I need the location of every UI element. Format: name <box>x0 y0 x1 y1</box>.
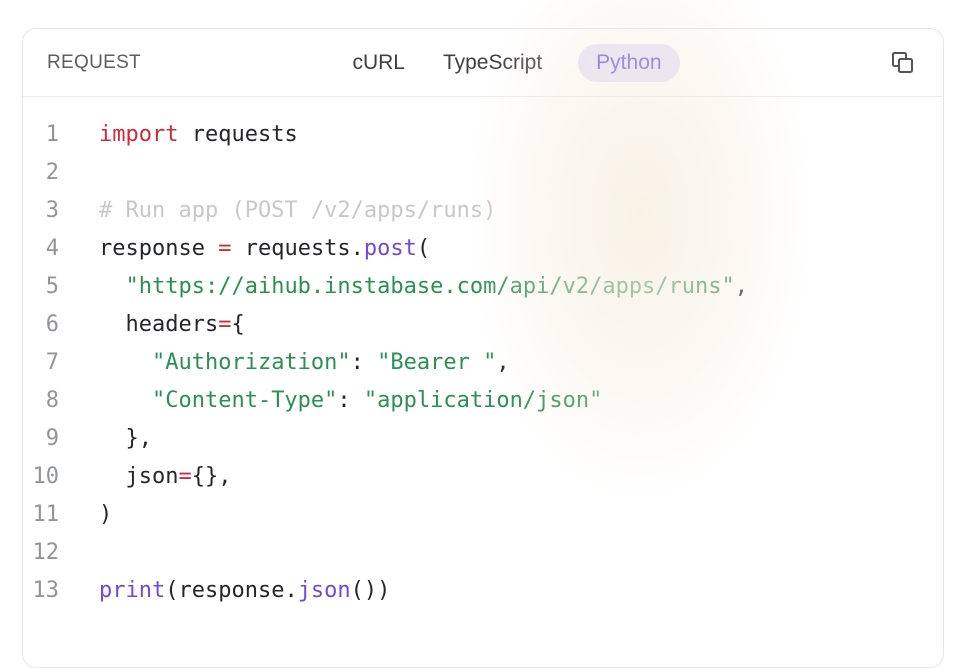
line-number: 1 <box>23 116 59 154</box>
line-number: 2 <box>23 154 59 192</box>
panel-header: REQUEST cURL TypeScript Python <box>23 29 943 97</box>
panel-title: REQUEST <box>47 52 318 74</box>
line-number: 4 <box>23 230 59 268</box>
code-line: 3 # Run app (POST /v2/apps/runs) <box>23 192 943 230</box>
code-text: "Content-Type": "application/json" <box>99 382 602 420</box>
code-line: 7 "Authorization": "Bearer ", <box>23 344 943 382</box>
header-actions <box>648 46 919 80</box>
code-text: headers={ <box>99 306 245 344</box>
code-line: 2 <box>23 154 943 192</box>
line-number: 13 <box>23 572 59 610</box>
code-text: response = requests.post( <box>99 230 430 268</box>
code-line: 11) <box>23 496 943 534</box>
tab-typescript[interactable]: TypeScript <box>441 44 544 82</box>
code-text: ) <box>99 496 112 534</box>
language-tabs: cURL TypeScript Python <box>350 44 679 82</box>
code-line: 13 print(response.json()) <box>23 572 943 610</box>
code-line: 10 json={}, <box>23 458 943 496</box>
code-block: 1 import requests 23 # Run app (POST /v2/ap… <box>23 97 943 634</box>
line-number: 3 <box>23 192 59 230</box>
code-line: 1 import requests <box>23 116 943 154</box>
request-panel: REQUEST cURL TypeScript Python 1 import r… <box>22 28 944 668</box>
line-number: 9 <box>23 420 59 458</box>
code-line: 6 headers={ <box>23 306 943 344</box>
tab-python[interactable]: Python <box>578 44 679 82</box>
code-line: 12 <box>23 534 943 572</box>
code-text: import requests <box>99 116 298 154</box>
code-line: 4 response = requests.post( <box>23 230 943 268</box>
code-line: 5 "https://aihub.instabase.com/api/v2/ap… <box>23 268 943 306</box>
code-text: # Run app (POST /v2/apps/runs) <box>99 192 496 230</box>
copy-icon <box>889 49 916 76</box>
code-text: "Authorization": "Bearer ", <box>99 344 510 382</box>
copy-button[interactable] <box>885 46 919 80</box>
code-text: "https://aihub.instabase.com/api/v2/apps… <box>99 268 748 306</box>
line-number: 7 <box>23 344 59 382</box>
line-number: 11 <box>23 496 59 534</box>
line-number: 8 <box>23 382 59 420</box>
line-number: 6 <box>23 306 59 344</box>
code-text: }, <box>99 420 152 458</box>
line-number: 10 <box>23 458 59 496</box>
code-line: 9 }, <box>23 420 943 458</box>
code-text: print(response.json()) <box>99 572 390 610</box>
tab-curl[interactable]: cURL <box>350 44 407 82</box>
line-number: 5 <box>23 268 59 306</box>
line-number: 12 <box>23 534 59 572</box>
code-text: json={}, <box>99 458 231 496</box>
code-line: 8 "Content-Type": "application/json" <box>23 382 943 420</box>
